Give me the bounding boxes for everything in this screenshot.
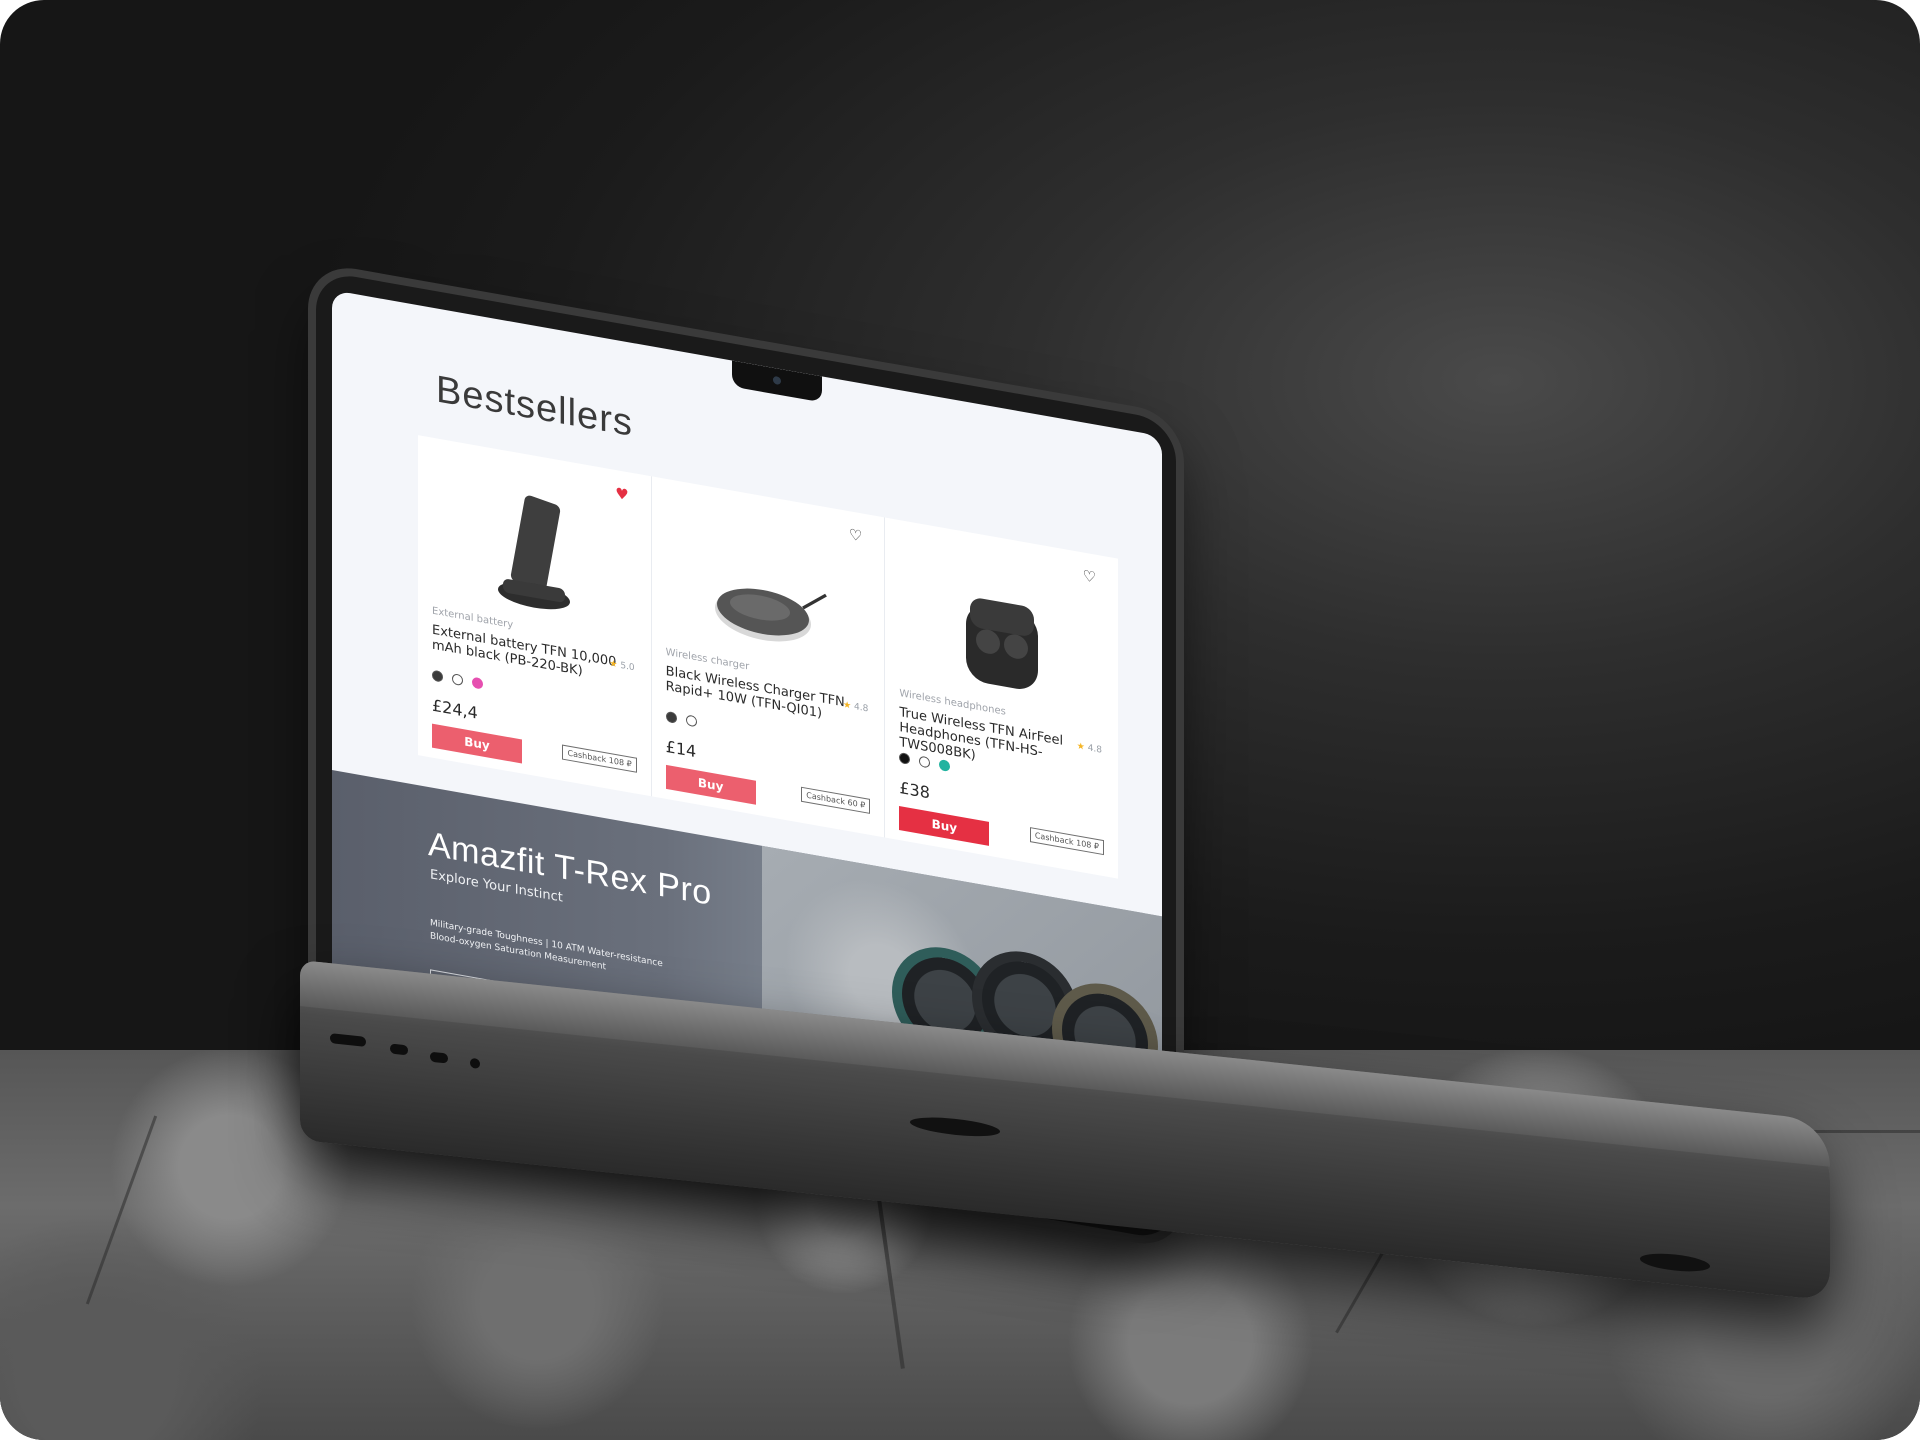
laptop-foot [1640, 1250, 1710, 1275]
product-price: £38 [899, 778, 930, 803]
usb-c-port [430, 1051, 448, 1064]
cashback-badge: Cashback 60 ₽ [801, 786, 871, 814]
color-swatch[interactable] [919, 755, 931, 769]
laptop-foot [910, 1114, 1000, 1140]
mockup-frame: Bestsellers ♥ External battery External … [0, 0, 1920, 1440]
buy-button[interactable]: Buy [899, 806, 990, 846]
color-swatch[interactable] [939, 759, 951, 773]
buy-button[interactable]: Buy [432, 723, 522, 764]
color-swatches [432, 669, 483, 690]
heart-outline-icon[interactable]: ♡ [849, 525, 862, 545]
product-name[interactable]: True Wireless TFN AirFeel Headphones (TF… [899, 705, 1099, 786]
heart-outline-icon[interactable]: ♡ [1083, 566, 1096, 586]
product-card[interactable]: ♡ Wireless headphones True Wireless TFN … [885, 518, 1118, 879]
cashback-badge: Cashback 108 ₽ [1029, 827, 1105, 856]
product-card[interactable]: ♡ Wireless charger Black Wireless Charge… [651, 476, 886, 838]
product-card[interactable]: ♥ External battery External battery TFN … [418, 435, 652, 797]
product-price: £24,4 [432, 695, 478, 723]
page-title: Bestsellers [436, 368, 633, 446]
color-swatches [665, 710, 697, 728]
usb-c-port [390, 1043, 408, 1056]
star-icon: ★ [1076, 741, 1085, 753]
color-swatch[interactable] [665, 710, 677, 724]
color-swatch[interactable] [432, 669, 443, 683]
color-swatch[interactable] [452, 673, 463, 687]
star-icon: ★ [843, 700, 852, 712]
heart-filled-icon[interactable]: ♥ [615, 484, 628, 504]
cashback-badge: Cashback 108 ₽ [562, 744, 637, 773]
color-swatch[interactable] [899, 752, 911, 765]
headphone-jack [470, 1057, 480, 1069]
earbuds-image [965, 598, 1038, 689]
buy-button[interactable]: Buy [665, 764, 756, 805]
color-swatch[interactable] [685, 714, 697, 728]
star-icon: ★ [609, 658, 618, 671]
power-bank-image [498, 495, 571, 610]
banner-title: Amazfit T-Rex Pro [428, 824, 712, 913]
hdmi-port [330, 1033, 366, 1047]
product-price: £14 [665, 736, 697, 762]
color-swatch[interactable] [472, 676, 483, 690]
